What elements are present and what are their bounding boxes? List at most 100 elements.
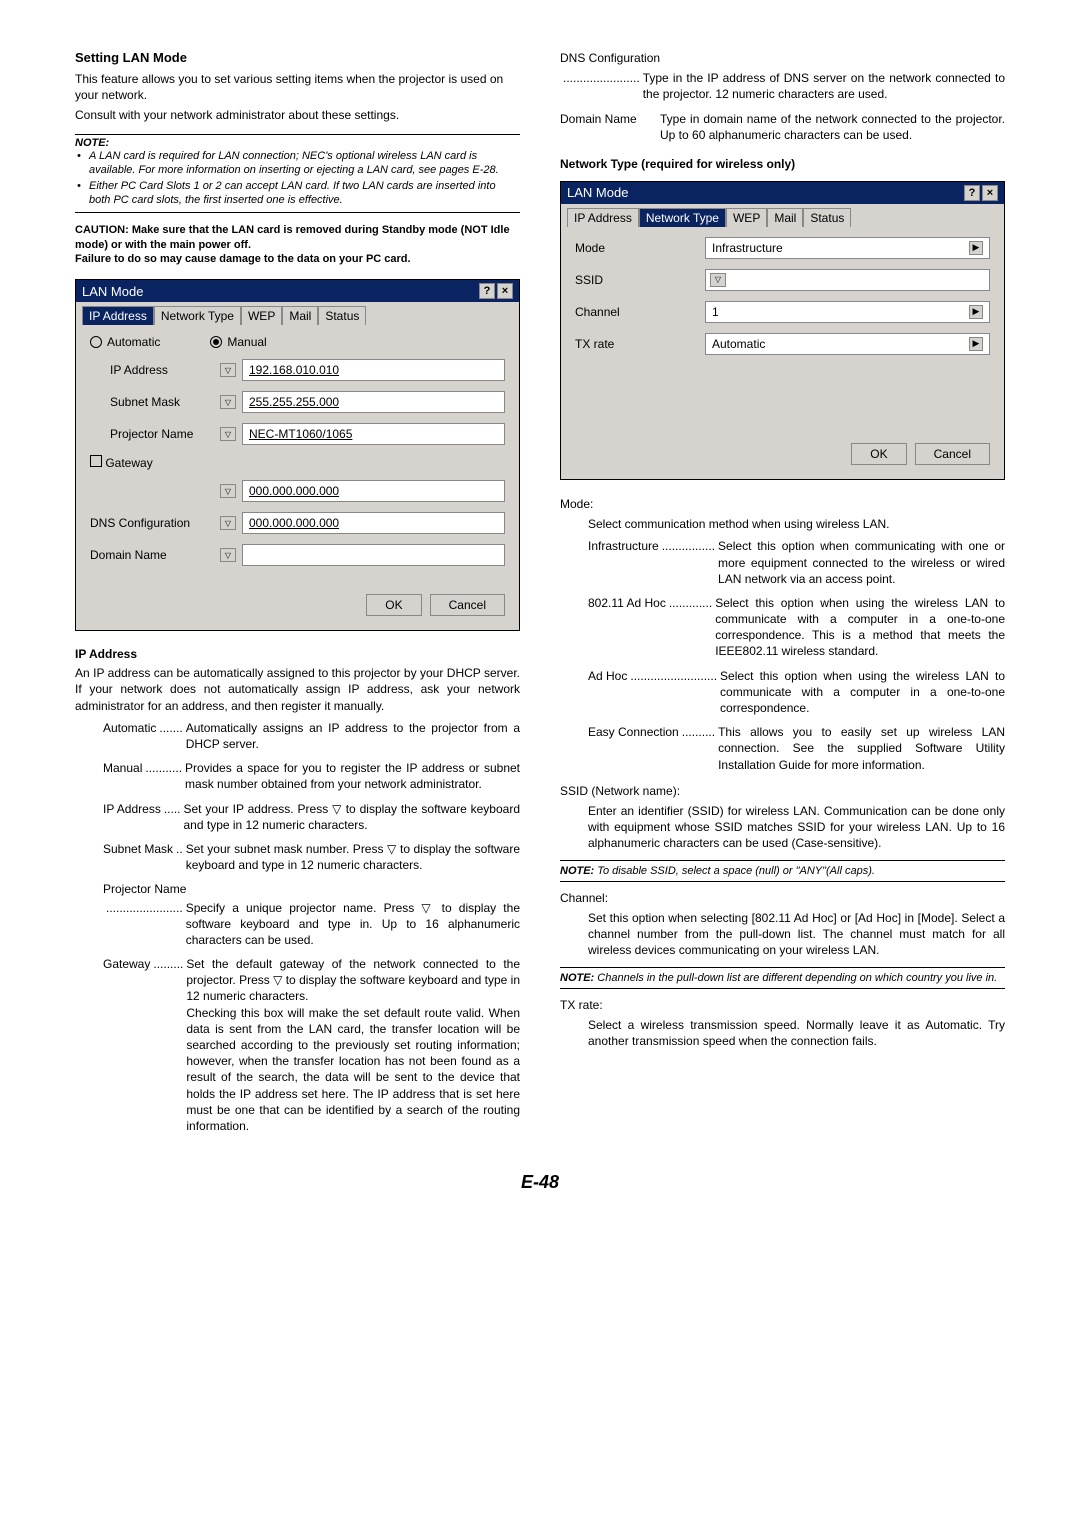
- def-term: Infrastructure: [588, 538, 659, 587]
- tab-wep[interactable]: WEP: [241, 306, 282, 325]
- projector-name-label: Projector Name: [90, 427, 220, 441]
- tab-network-type[interactable]: Network Type: [154, 306, 241, 325]
- network-type-heading: Network Type (required for wireless only…: [560, 157, 1005, 171]
- ip-address-body: An IP address can be automatically assig…: [75, 665, 520, 714]
- help-icon[interactable]: ?: [479, 283, 495, 299]
- dropdown-icon[interactable]: ▶: [969, 241, 983, 255]
- dns-config-field[interactable]: 000.000.000.000: [242, 512, 505, 534]
- mode-label: Mode: [575, 241, 705, 255]
- lan-mode-dialog-network: LAN Mode ? × IP Address Network Type WEP…: [560, 181, 1005, 480]
- txrate-select[interactable]: Automatic ▶: [705, 333, 990, 355]
- def-term: 802.11 Ad Hoc: [588, 595, 666, 660]
- gateway-field[interactable]: 000.000.000.000: [242, 480, 505, 502]
- def-desc: Type in domain name of the network conne…: [660, 111, 1005, 143]
- def-desc: Select this option when communicating wi…: [718, 538, 1005, 587]
- intro-text: This feature allows you to set various s…: [75, 71, 520, 103]
- keyboard-icon[interactable]: ▽: [220, 516, 236, 530]
- note-item: Either PC Card Slots 1 or 2 can accept L…: [89, 179, 520, 208]
- keyboard-icon[interactable]: ▽: [220, 548, 236, 562]
- ip-address-heading: IP Address: [75, 647, 520, 661]
- txrate-body: Select a wireless transmission speed. No…: [560, 1017, 1005, 1049]
- ssid-field[interactable]: ▽: [705, 269, 990, 291]
- channel-label: Channel: [575, 305, 705, 319]
- channel-select[interactable]: 1 ▶: [705, 301, 990, 323]
- ssid-body: Enter an identifier (SSID) for wireless …: [560, 803, 1005, 852]
- mode-select[interactable]: Infrastructure ▶: [705, 237, 990, 259]
- ok-button[interactable]: OK: [851, 443, 906, 465]
- keyboard-icon[interactable]: ▽: [220, 395, 236, 409]
- tabs: IP Address Network Type WEP Mail Status: [76, 302, 519, 325]
- dialog-title: LAN Mode: [567, 185, 628, 200]
- keyboard-icon[interactable]: ▽: [220, 427, 236, 441]
- cancel-button[interactable]: Cancel: [915, 443, 990, 465]
- def-term: Ad Hoc: [588, 668, 627, 717]
- def-desc: Set your subnet mask number. Press ▽ to …: [186, 841, 520, 873]
- tab-network-type[interactable]: Network Type: [639, 208, 726, 227]
- keyboard-icon[interactable]: ▽: [220, 363, 236, 377]
- tab-mail[interactable]: Mail: [767, 208, 803, 227]
- domain-name-field[interactable]: [242, 544, 505, 566]
- def-term: Automatic: [103, 720, 156, 752]
- def-term: Manual: [103, 760, 142, 792]
- dialog-titlebar: LAN Mode ? ×: [561, 182, 1004, 204]
- note-ssid: NOTE: To disable SSID, select a space (n…: [560, 860, 1005, 882]
- note-item: A LAN card is required for LAN connectio…: [89, 149, 520, 178]
- ssid-label: SSID: [575, 273, 705, 287]
- dns-config-label: DNS Configuration: [90, 516, 220, 530]
- dialog-titlebar: LAN Mode ? ×: [76, 280, 519, 302]
- channel-head: Channel:: [560, 890, 1005, 906]
- def-desc: Automatically assigns an IP address to t…: [186, 720, 520, 752]
- tab-status[interactable]: Status: [318, 306, 366, 325]
- right-column: DNS Configuration ......................…: [560, 50, 1005, 1142]
- mode-head: Mode:: [560, 496, 1005, 512]
- def-desc: This allows you to easily set up wireles…: [718, 724, 1005, 773]
- tab-ip-address[interactable]: IP Address: [567, 208, 639, 227]
- note-channel: NOTE: Channels in the pull-down list are…: [560, 967, 1005, 989]
- tab-wep[interactable]: WEP: [726, 208, 767, 227]
- channel-body: Set this option when selecting [802.11 A…: [560, 910, 1005, 959]
- def-term: Subnet Mask: [103, 841, 173, 873]
- page-number: E-48: [75, 1172, 1005, 1193]
- def-term: Gateway: [103, 956, 150, 1134]
- keyboard-icon[interactable]: ▽: [710, 273, 726, 287]
- lan-mode-dialog-ip: LAN Mode ? × IP Address Network Type WEP…: [75, 279, 520, 631]
- tabs: IP Address Network Type WEP Mail Status: [561, 204, 1004, 227]
- help-icon[interactable]: ?: [964, 185, 980, 201]
- dialog-title: LAN Mode: [82, 284, 143, 299]
- close-icon[interactable]: ×: [982, 185, 998, 201]
- txrate-head: TX rate:: [560, 997, 1005, 1013]
- projector-name-field[interactable]: NEC-MT1060/1065: [242, 423, 505, 445]
- radio-automatic[interactable]: Automatic: [90, 335, 160, 349]
- cancel-button[interactable]: Cancel: [430, 594, 505, 616]
- def-term: IP Address: [103, 801, 161, 833]
- def-desc: Provides a space for you to register the…: [185, 760, 520, 792]
- def-term: Projector Name: [103, 881, 186, 897]
- radio-manual[interactable]: Manual: [210, 335, 266, 349]
- note-list: A LAN card is required for LAN connectio…: [75, 149, 520, 213]
- subnet-label: Subnet Mask: [90, 395, 220, 409]
- def-desc: Type in the IP address of DNS server on …: [643, 70, 1005, 102]
- tab-mail[interactable]: Mail: [282, 306, 318, 325]
- keyboard-icon[interactable]: ▽: [220, 484, 236, 498]
- def-desc: Set the default gateway of the network c…: [186, 956, 520, 1134]
- mode-body: Select communication method when using w…: [560, 516, 1005, 532]
- def-term: Easy Connection: [588, 724, 679, 773]
- subnet-field[interactable]: 255.255.255.000: [242, 391, 505, 413]
- section-heading: Setting LAN Mode: [75, 50, 520, 65]
- ok-button[interactable]: OK: [366, 594, 421, 616]
- domain-name-label: Domain Name: [90, 548, 220, 562]
- gateway-label[interactable]: Gateway: [90, 455, 220, 470]
- ssid-head: SSID (Network name):: [560, 783, 1005, 799]
- def-desc: Select this option when using the wirele…: [715, 595, 1005, 660]
- ip-address-label: IP Address: [90, 363, 220, 377]
- dropdown-icon[interactable]: ▶: [969, 337, 983, 351]
- close-icon[interactable]: ×: [497, 283, 513, 299]
- def-desc: Select this option when using the wirele…: [720, 668, 1005, 717]
- tab-status[interactable]: Status: [803, 208, 851, 227]
- caution-text: CAUTION: Make sure that the LAN card is …: [75, 223, 520, 268]
- dns-config-head: DNS Configuration: [560, 50, 1005, 66]
- ip-address-field[interactable]: 192.168.010.010: [242, 359, 505, 381]
- dropdown-icon[interactable]: ▶: [969, 305, 983, 319]
- tab-ip-address[interactable]: IP Address: [82, 306, 154, 325]
- def-term: Domain Name: [560, 111, 660, 143]
